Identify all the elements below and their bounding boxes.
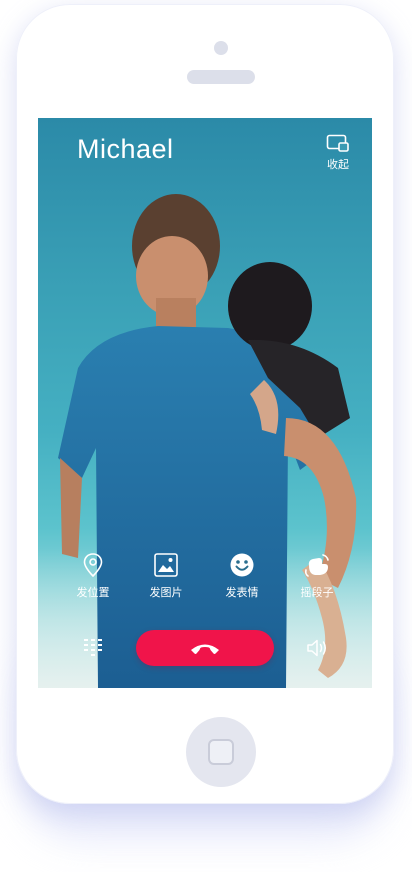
hang-up-button[interactable]	[136, 630, 274, 666]
speaker-button[interactable]	[305, 637, 329, 659]
send-image-button[interactable]: 发图片	[134, 552, 198, 600]
send-location-button[interactable]: 发位置	[61, 552, 125, 600]
keypad-button[interactable]	[82, 636, 106, 658]
keypad-icon	[84, 639, 102, 656]
action-label: 发图片	[149, 586, 183, 599]
shake-hand-icon	[304, 554, 329, 577]
action-label: 摇段子	[300, 586, 334, 599]
action-label: 发位置	[76, 586, 110, 599]
minimize-label: 收起	[327, 158, 349, 171]
earpiece-speaker	[187, 70, 255, 84]
home-button-square	[208, 739, 234, 765]
video-call-screen: Michael 收起 发位置 发图片 发表情 摇段子	[38, 118, 372, 688]
smiley-icon	[230, 553, 254, 577]
speaker-icon	[307, 639, 326, 657]
minimize-window-icon	[326, 134, 349, 152]
image-icon	[154, 553, 178, 577]
send-sticker-button[interactable]: 发表情	[210, 552, 274, 600]
location-pin-icon	[83, 553, 103, 578]
minimize-button[interactable]: 收起	[316, 134, 360, 172]
home-button[interactable]	[186, 717, 256, 787]
caller-name: Michael	[77, 134, 174, 164]
front-camera	[214, 41, 228, 55]
page: Michael 收起 发位置 发图片 发表情 摇段子	[0, 0, 412, 872]
shake-joke-button[interactable]: 摇段子	[285, 552, 349, 600]
phone-hangup-icon	[191, 644, 219, 654]
call-actions-bar: 发位置 发图片 发表情 摇段子	[38, 552, 372, 606]
action-label: 发表情	[225, 586, 259, 599]
